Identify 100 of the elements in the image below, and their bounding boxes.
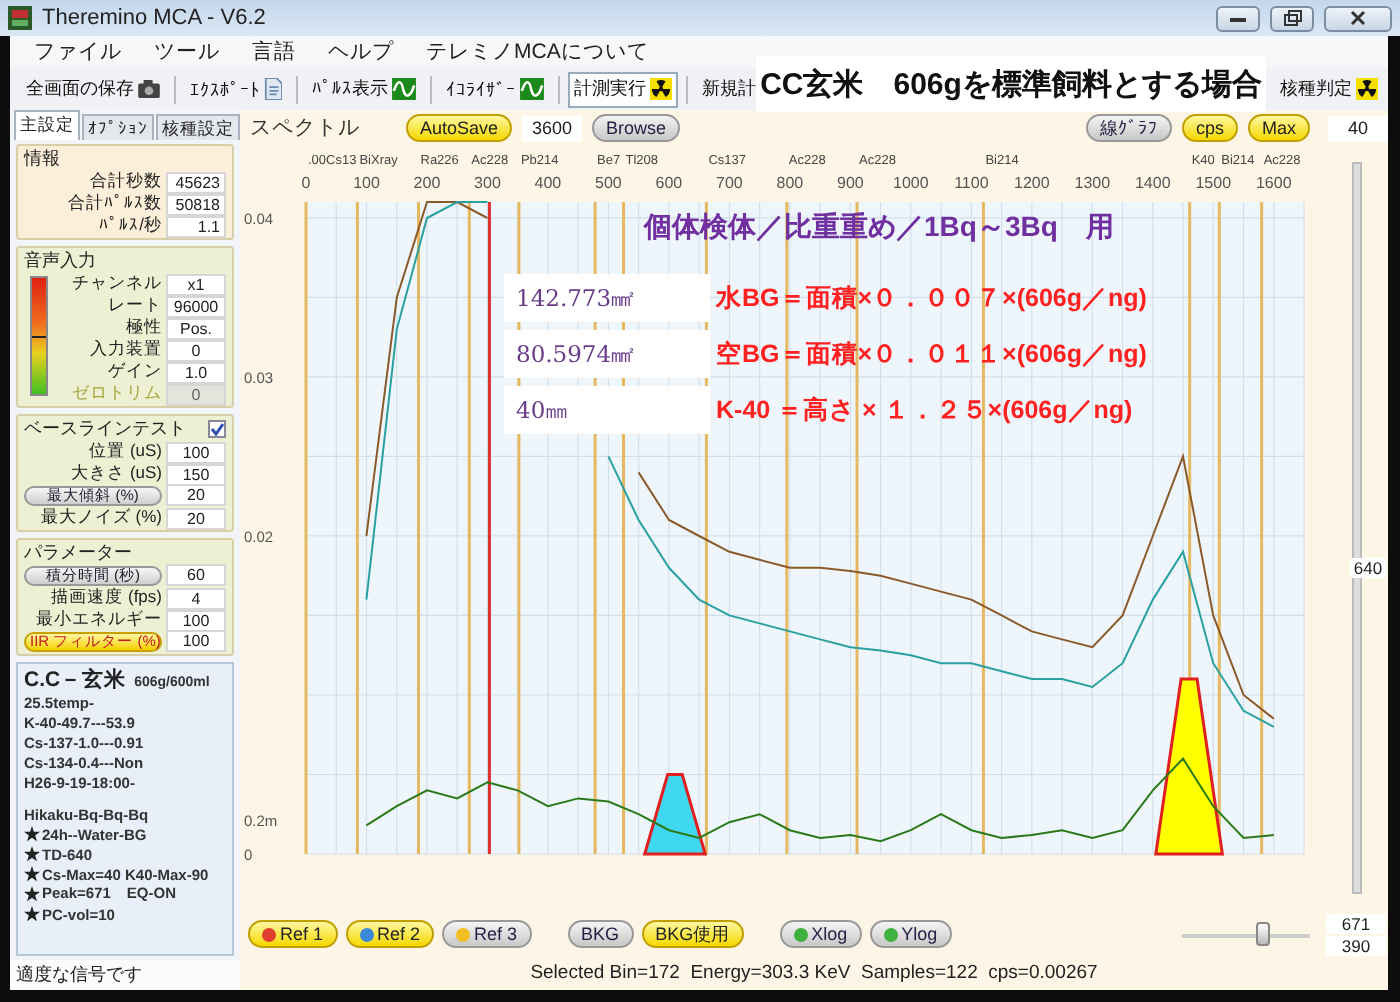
star-icon (24, 846, 40, 862)
toggle-button[interactable]: Ref 3 (442, 920, 532, 948)
toolbar-button[interactable]: 新規計 (696, 71, 762, 107)
toggle-button[interactable]: Ylog (869, 920, 952, 948)
value-field[interactable]: 20 (166, 484, 226, 506)
axis-tick-label: 1200 (1014, 174, 1050, 192)
document-icon (264, 78, 282, 100)
toggle-button[interactable]: BKG使用 (641, 920, 744, 948)
value-field[interactable]: 50818 (166, 193, 226, 215)
caption-text: CC玄米 606gを標準飼料とする場合 (756, 56, 1266, 112)
group-title: 情報 (24, 146, 60, 172)
field-label: レート (106, 294, 162, 318)
slider-thumb[interactable] (1256, 922, 1271, 946)
toolbar-button[interactable]: 全画面の保存 (20, 71, 166, 107)
menu-item[interactable]: テレミノMCAについて (426, 38, 649, 66)
restore-icon (1283, 10, 1301, 26)
value-field[interactable]: 45623 (166, 171, 226, 193)
toolbar-button[interactable]: Browse (592, 114, 681, 142)
camera-icon (138, 80, 160, 98)
value-field[interactable]: 390 (1326, 935, 1386, 955)
menu-item[interactable]: ファイル (34, 38, 122, 66)
horizontal-slider[interactable] (1182, 920, 1310, 948)
tab[interactable]: 主設定 (14, 110, 80, 140)
value-field[interactable]: 60 (166, 564, 226, 586)
tab[interactable]: 核種設定 (156, 114, 240, 140)
close-button[interactable] (1324, 5, 1392, 31)
star-icon (24, 826, 40, 842)
status-text: Selected Bin=172 Energy=303.3 KeV Samples=122 cps=0.00267 (528, 960, 1100, 988)
value-field[interactable]: 96000 (166, 295, 226, 317)
value-field[interactable]: 0 (166, 339, 226, 361)
value-field[interactable]: Pos. (166, 317, 226, 339)
menu-item[interactable]: ヘルプ (328, 38, 394, 66)
toggle-button[interactable]: Ref 1 (248, 920, 338, 948)
group-title: パラメーター (24, 540, 132, 566)
minimize-button[interactable] (1216, 5, 1260, 31)
value-field[interactable]: 20 (166, 507, 226, 529)
panel-title: スペクトル (250, 114, 360, 142)
axis-tick-label: 600 (655, 174, 683, 192)
toggle-button[interactable]: Xlog (779, 920, 862, 948)
toolbar-button[interactable]: ﾊﾟﾙｽ表示 (306, 71, 422, 107)
axis-tick-label: 300 (474, 174, 501, 192)
field-label: 入力装置 (88, 338, 162, 362)
measurement-value: 40㎜ (504, 386, 710, 434)
field-label: ﾊﾟﾙｽ/秒 (97, 214, 162, 238)
axis-tick-label: 0 (301, 174, 311, 192)
value-field[interactable]: 4 (166, 587, 226, 609)
value-field[interactable]: x1 (166, 273, 226, 295)
notes-title: C.C－玄米 (24, 666, 127, 694)
close-icon (1350, 10, 1366, 26)
field-label: 位置 (uS) (87, 440, 162, 464)
value-field[interactable]: 150 (166, 463, 226, 485)
axis-tick-label: 500 (595, 174, 622, 192)
toolbar-button[interactable]: 線ｸﾞﾗﾌ (1085, 114, 1172, 142)
menu-item[interactable]: ツール (154, 38, 220, 66)
waveform-icon (392, 78, 416, 100)
group-title: ベースラインテスト (24, 416, 186, 442)
field-label: ゼロトリム (70, 382, 162, 406)
axis-tick-label: 700 (716, 174, 743, 192)
restore-button[interactable] (1270, 5, 1314, 31)
window-title: Theremino MCA - V6.2 (42, 6, 268, 30)
axis-tick-label: 900 (837, 174, 864, 192)
measurement-value: 142.773㎟ (504, 274, 710, 322)
axis-tick-label: 800 (776, 174, 804, 192)
tab[interactable]: ｵﾌﾟｼｮﾝ (82, 114, 154, 140)
value-label: 640 (1349, 558, 1387, 578)
value-field[interactable]: 100 (166, 609, 226, 631)
field-label: 最小エネルギー (34, 608, 162, 632)
value-field[interactable]: 100 (166, 630, 226, 652)
status-text: 適度な信号です (10, 960, 240, 990)
axis-tick-label: 1600 (1255, 174, 1292, 192)
field-label: 大きさ (uS) (69, 462, 162, 486)
value-field[interactable]: 1.1 (166, 215, 226, 237)
toolbar-button[interactable]: AutoSave (406, 114, 513, 142)
checkbox[interactable] (208, 420, 226, 438)
axis-tick-label: 400 (534, 174, 562, 192)
axis-tick-label: 200 (413, 174, 441, 192)
axis-tick-label: 1300 (1074, 174, 1111, 192)
value-field[interactable]: 671 (1326, 913, 1386, 933)
toggle-button[interactable]: BKG (567, 920, 634, 948)
toolbar-button[interactable]: 計測実行 (568, 71, 678, 107)
toolbar-button[interactable]: Max (1247, 114, 1310, 142)
field-label: 合計秒数 (88, 170, 162, 193)
value-field[interactable]: 40 (1328, 115, 1388, 141)
toolbar-button[interactable]: ｲｺﾗｲｻﾞｰ (440, 71, 550, 107)
menu-item[interactable]: 言語 (252, 38, 296, 66)
minimize-icon (1230, 15, 1246, 21)
toolbar-button[interactable]: 核種判定 (1274, 71, 1384, 107)
star-icon (24, 886, 40, 902)
app-icon (8, 6, 32, 30)
field-label: 極性 (124, 316, 162, 340)
field-label: チャンネル (70, 272, 162, 296)
toolbar-button[interactable]: ｴｸｽﾎﾟｰﾄ (184, 71, 288, 107)
value-field[interactable]: 100 (166, 441, 226, 463)
toolbar-button[interactable]: cps (1181, 114, 1238, 142)
value-field[interactable]: 1.0 (166, 361, 226, 383)
value-field[interactable]: 3600 (522, 115, 583, 141)
measurement-value: 80.5974㎟ (504, 330, 710, 378)
axis-tick-label: 100 (353, 174, 380, 192)
group-title: 音声入力 (24, 248, 96, 274)
toggle-button[interactable]: Ref 2 (345, 920, 435, 948)
